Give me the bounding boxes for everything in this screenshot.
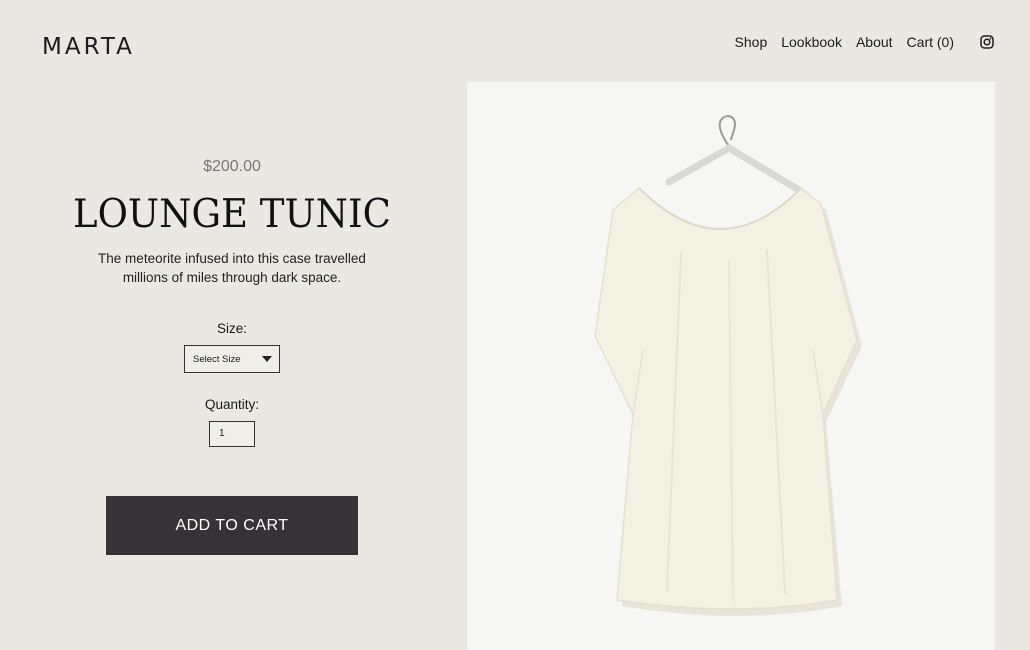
main-nav: Shop Lookbook About Cart (0) [735,34,994,50]
quantity-label: Quantity: [204,397,260,412]
product-price: $200.00 [203,158,261,175]
nav-item-cart[interactable]: Cart (0) [907,34,954,50]
nav-item-about[interactable]: About [856,34,893,50]
add-to-cart-button[interactable]: ADD TO CART [106,496,358,555]
size-select-value: Select Size [193,353,241,365]
quantity-input[interactable]: 1 [209,421,255,447]
size-label: Size: [216,321,247,336]
nav-item-lookbook[interactable]: Lookbook [781,34,842,50]
size-select[interactable]: Select Size [184,345,280,373]
product-description: The meteorite infused into this case tra… [98,251,366,285]
product-page: MARTA Shop Lookbook About Cart (0) $200.… [0,0,1030,650]
product-info: $200.00 LOUNGE TUNIC The meteorite infus… [62,150,402,447]
chevron-down-icon [262,356,272,362]
nav-item-shop[interactable]: Shop [735,34,768,50]
product-image [467,82,995,650]
tunic-on-hanger-illustration [594,115,862,616]
instagram-icon[interactable] [980,35,994,49]
product-title: LOUNGE TUNIC [73,190,391,237]
brand-logo[interactable]: MARTA [42,34,135,60]
